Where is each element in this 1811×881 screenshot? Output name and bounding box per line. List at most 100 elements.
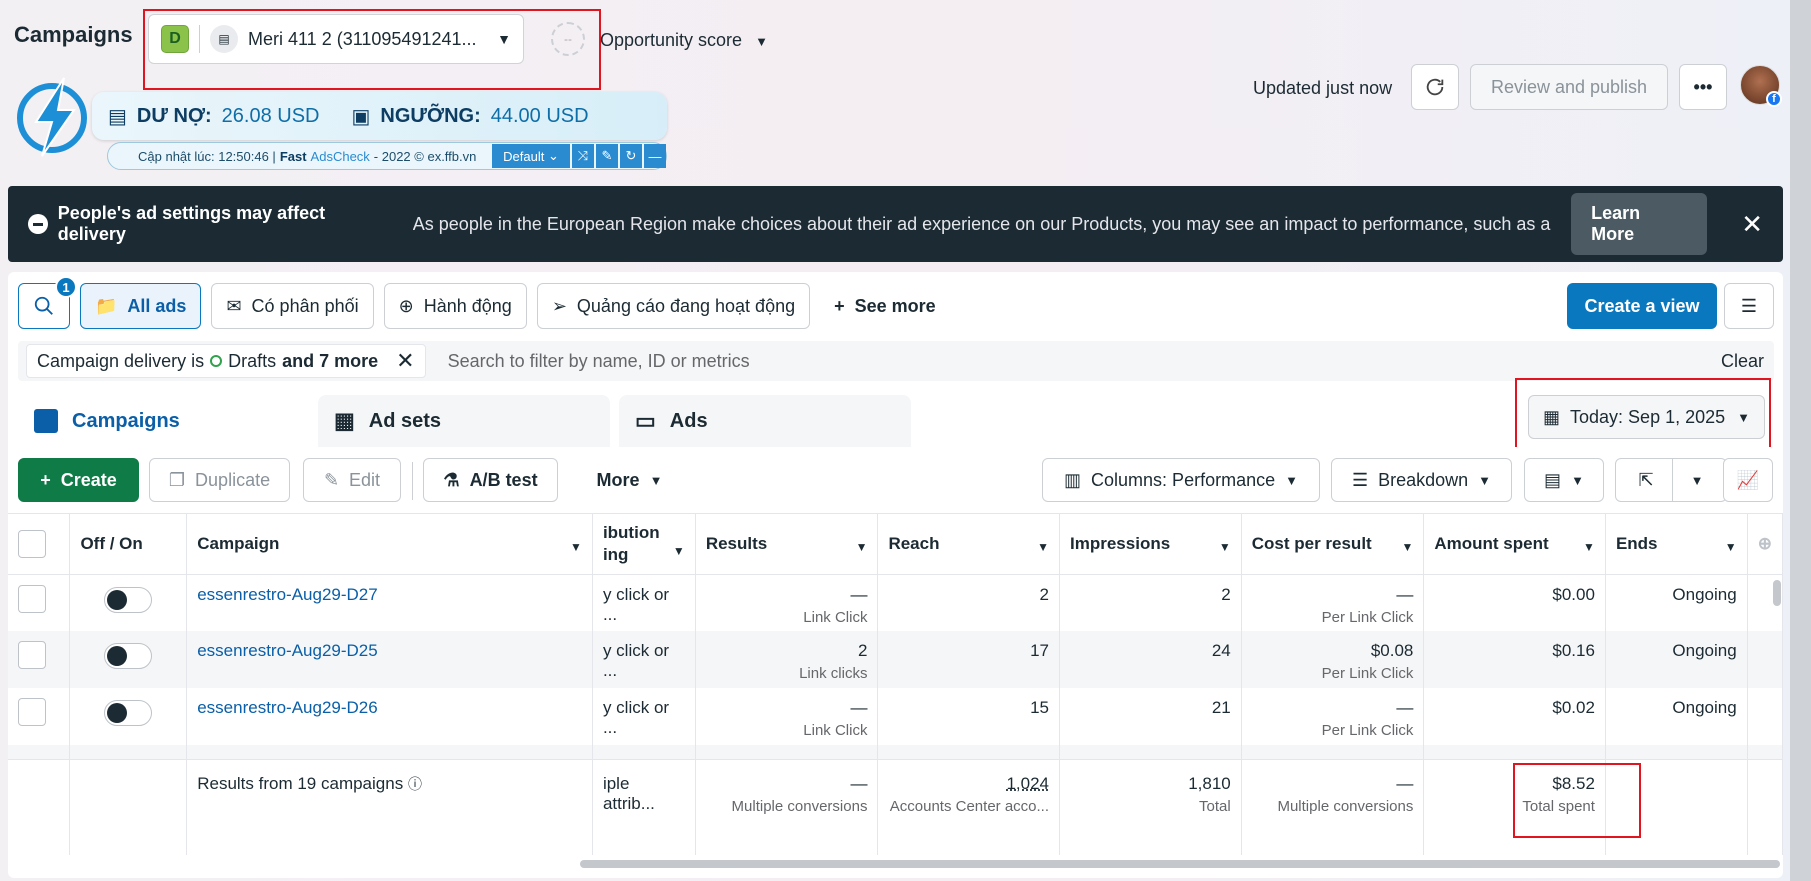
opportunity-score-ring: -- (551, 22, 585, 56)
active-ads-filter-button[interactable]: ➢ Quảng cáo đang hoạt động (536, 283, 811, 329)
clear-filters-button[interactable]: Clear (1721, 351, 1764, 372)
campaign-name-link[interactable]: essenrestro-Aug29-D25 (197, 641, 377, 660)
edit-icon[interactable]: ✎ (596, 144, 618, 168)
info-icon[interactable]: ⓘ (408, 776, 422, 792)
settings-sliders-icon[interactable]: ☰ (1724, 283, 1774, 329)
results-header[interactable]: Results ▼ (695, 514, 879, 575)
date-range-picker[interactable]: ▦ Today: Sep 1, 2025 ▼ (1528, 395, 1765, 439)
see-more-button[interactable]: + See more (820, 283, 950, 329)
attribution-header[interactable]: ibution ing ▼ (592, 514, 696, 575)
learn-more-button[interactable]: Learn More (1571, 193, 1708, 255)
avatar[interactable]: f (1740, 65, 1782, 107)
table-row[interactable]: essenrestro-Aug29-D25 y click or ... 2 Li… (8, 631, 1783, 688)
reports-button[interactable]: ▤ ▼ (1524, 458, 1604, 502)
results-type: Link clicks (799, 665, 868, 682)
stop-icon (28, 214, 48, 234)
filter-bar: 1 📁 All ads ✉ Có phân phối ⊕ Hành động ➢ Quả… (18, 276, 950, 329)
debt-label: DƯ NỢ: (136, 104, 212, 127)
more-options-button[interactable]: ••• (1679, 64, 1727, 110)
columns-icon: ▥ (1064, 469, 1082, 490)
columns-button[interactable]: ▥ Columns: Performance ▼ (1042, 458, 1320, 502)
delivery-notice-banner: People's ad settings may affect delivery… (8, 186, 1783, 262)
delivering-filter-button[interactable]: ✉ Có phân phối (211, 283, 374, 329)
create-view-button[interactable]: Create a view (1567, 283, 1717, 329)
row-checkbox[interactable] (18, 698, 46, 726)
impressions-header[interactable]: Impressions ▼ (1059, 514, 1242, 575)
shuffle-icon[interactable]: ⤨ (572, 144, 594, 168)
summary-attribution: iple attrib... (592, 759, 696, 855)
summary-cpr: — (1396, 773, 1414, 793)
account-badge: D (161, 25, 189, 53)
summary-results-type: Multiple conversions (731, 797, 868, 815)
horizontal-scrollbar[interactable] (580, 860, 1780, 868)
chart-icon[interactable]: 📈 (1723, 458, 1773, 502)
debt-panel: ▤ DƯ NỢ: 26.08 USD ▣ NGƯỠNG: 44.00 USD (92, 92, 667, 140)
refresh-button[interactable] (1411, 64, 1459, 110)
reach-header[interactable]: Reach ▼ (877, 514, 1061, 575)
campaign-toggle[interactable] (104, 643, 153, 669)
chevron-down-icon: ▼ (1690, 472, 1704, 488)
row-checkbox[interactable] (18, 641, 46, 669)
tab-ad-sets[interactable]: ▦ Ad sets (318, 395, 610, 447)
impressions-header-label: Impressions (1070, 533, 1171, 553)
plus-icon: + (834, 295, 845, 316)
select-all-checkbox[interactable] (18, 529, 46, 558)
cost-per-result-header[interactable]: Cost per result ▼ (1241, 514, 1425, 575)
duplicate-button[interactable]: ❐ Duplicate (149, 458, 290, 502)
attribution-header-line1: ibution (602, 522, 660, 542)
table-row[interactable]: essenrestro-Aug29-D27 y click or ... — Li… (8, 574, 1783, 631)
campaign-header[interactable]: Campaign ▼ (186, 514, 593, 575)
summary-impressions-type: Total (1199, 797, 1231, 815)
create-button[interactable]: + Create (18, 458, 139, 502)
brand-adscheck: AdsCheck (310, 148, 370, 164)
opportunity-score-dropdown[interactable]: Opportunity score ▼ (600, 30, 768, 51)
row-checkbox[interactable] (18, 584, 46, 613)
vertical-scrollbar[interactable] (1773, 580, 1781, 606)
results-type: Link Click (803, 608, 868, 626)
amount-spent-header[interactable]: Amount spent ▼ (1423, 514, 1606, 575)
search-button[interactable]: 1 (18, 276, 77, 329)
edit-button[interactable]: ✎ Edit (303, 458, 401, 502)
more-actions-button[interactable]: More ▼ (577, 458, 682, 502)
campaign-toggle[interactable] (104, 700, 153, 726)
breakdown-button[interactable]: ☰ Breakdown ▼ (1331, 458, 1512, 502)
actions-filter-button[interactable]: ⊕ Hành động (383, 283, 527, 329)
impressions-value: 21 (1059, 688, 1242, 745)
filter-count-badge: 1 (55, 276, 77, 298)
campaign-name-link[interactable]: essenrestro-Aug29-D27 (197, 585, 377, 604)
search-input[interactable]: Search to filter by name, ID or metrics (448, 351, 1721, 372)
review-publish-button[interactable]: Review and publish (1470, 64, 1668, 110)
window-scrollbar[interactable] (1790, 0, 1811, 881)
minimize-icon[interactable]: — (644, 144, 666, 168)
preset-select[interactable]: Default ⌄ (492, 144, 570, 168)
sync-icon[interactable]: ↻ (620, 144, 642, 168)
campaign-name-link[interactable]: essenrestro-Aug29-D26 (197, 698, 377, 717)
ab-test-button[interactable]: ⚗ A/B test (423, 458, 558, 502)
create-label: Create (60, 469, 117, 490)
attribution-cell: y click or ... (592, 574, 696, 631)
date-range-value: Today: Sep 1, 2025 (1570, 406, 1726, 427)
delivery-filter-chip[interactable]: Campaign delivery is Drafts and 7 more ✕ (26, 344, 426, 378)
divider (1671, 458, 1673, 502)
columns-label: Columns: Performance (1091, 469, 1276, 490)
sort-icon: ▼ (1037, 540, 1050, 554)
ends-header[interactable]: Ends ▼ (1605, 514, 1748, 575)
summary-label: Results from 19 campaigns (197, 773, 404, 793)
account-selector[interactable]: D ▤ Meri 411 2 (311095491241... ▼ (148, 14, 524, 64)
reach-value: 15 (877, 688, 1061, 745)
all-ads-button[interactable]: 📁 All ads (80, 283, 202, 329)
export-button[interactable]: ⇱ ▼ (1615, 458, 1727, 502)
edit-label: Edit (349, 469, 381, 490)
add-column-icon[interactable]: ⊕ (1747, 514, 1783, 575)
attribution-cell: y click or ... (592, 631, 696, 688)
close-icon[interactable]: ✕ (1741, 209, 1763, 240)
attribution-cell: y click or ... (592, 688, 696, 745)
table-row[interactable]: essenrestro-Aug29-D26 y click or ... — Li… (8, 688, 1783, 745)
tab-campaigns[interactable]: Campaigns (18, 395, 308, 447)
chevron-down-icon: ▼ (649, 472, 663, 488)
chevron-down-icon: ▼ (1571, 472, 1584, 488)
campaign-toggle[interactable] (104, 586, 153, 613)
close-icon[interactable]: ✕ (396, 348, 414, 374)
tab-ads[interactable]: ▭ Ads (619, 395, 911, 447)
impressions-value: 2 (1059, 574, 1242, 631)
